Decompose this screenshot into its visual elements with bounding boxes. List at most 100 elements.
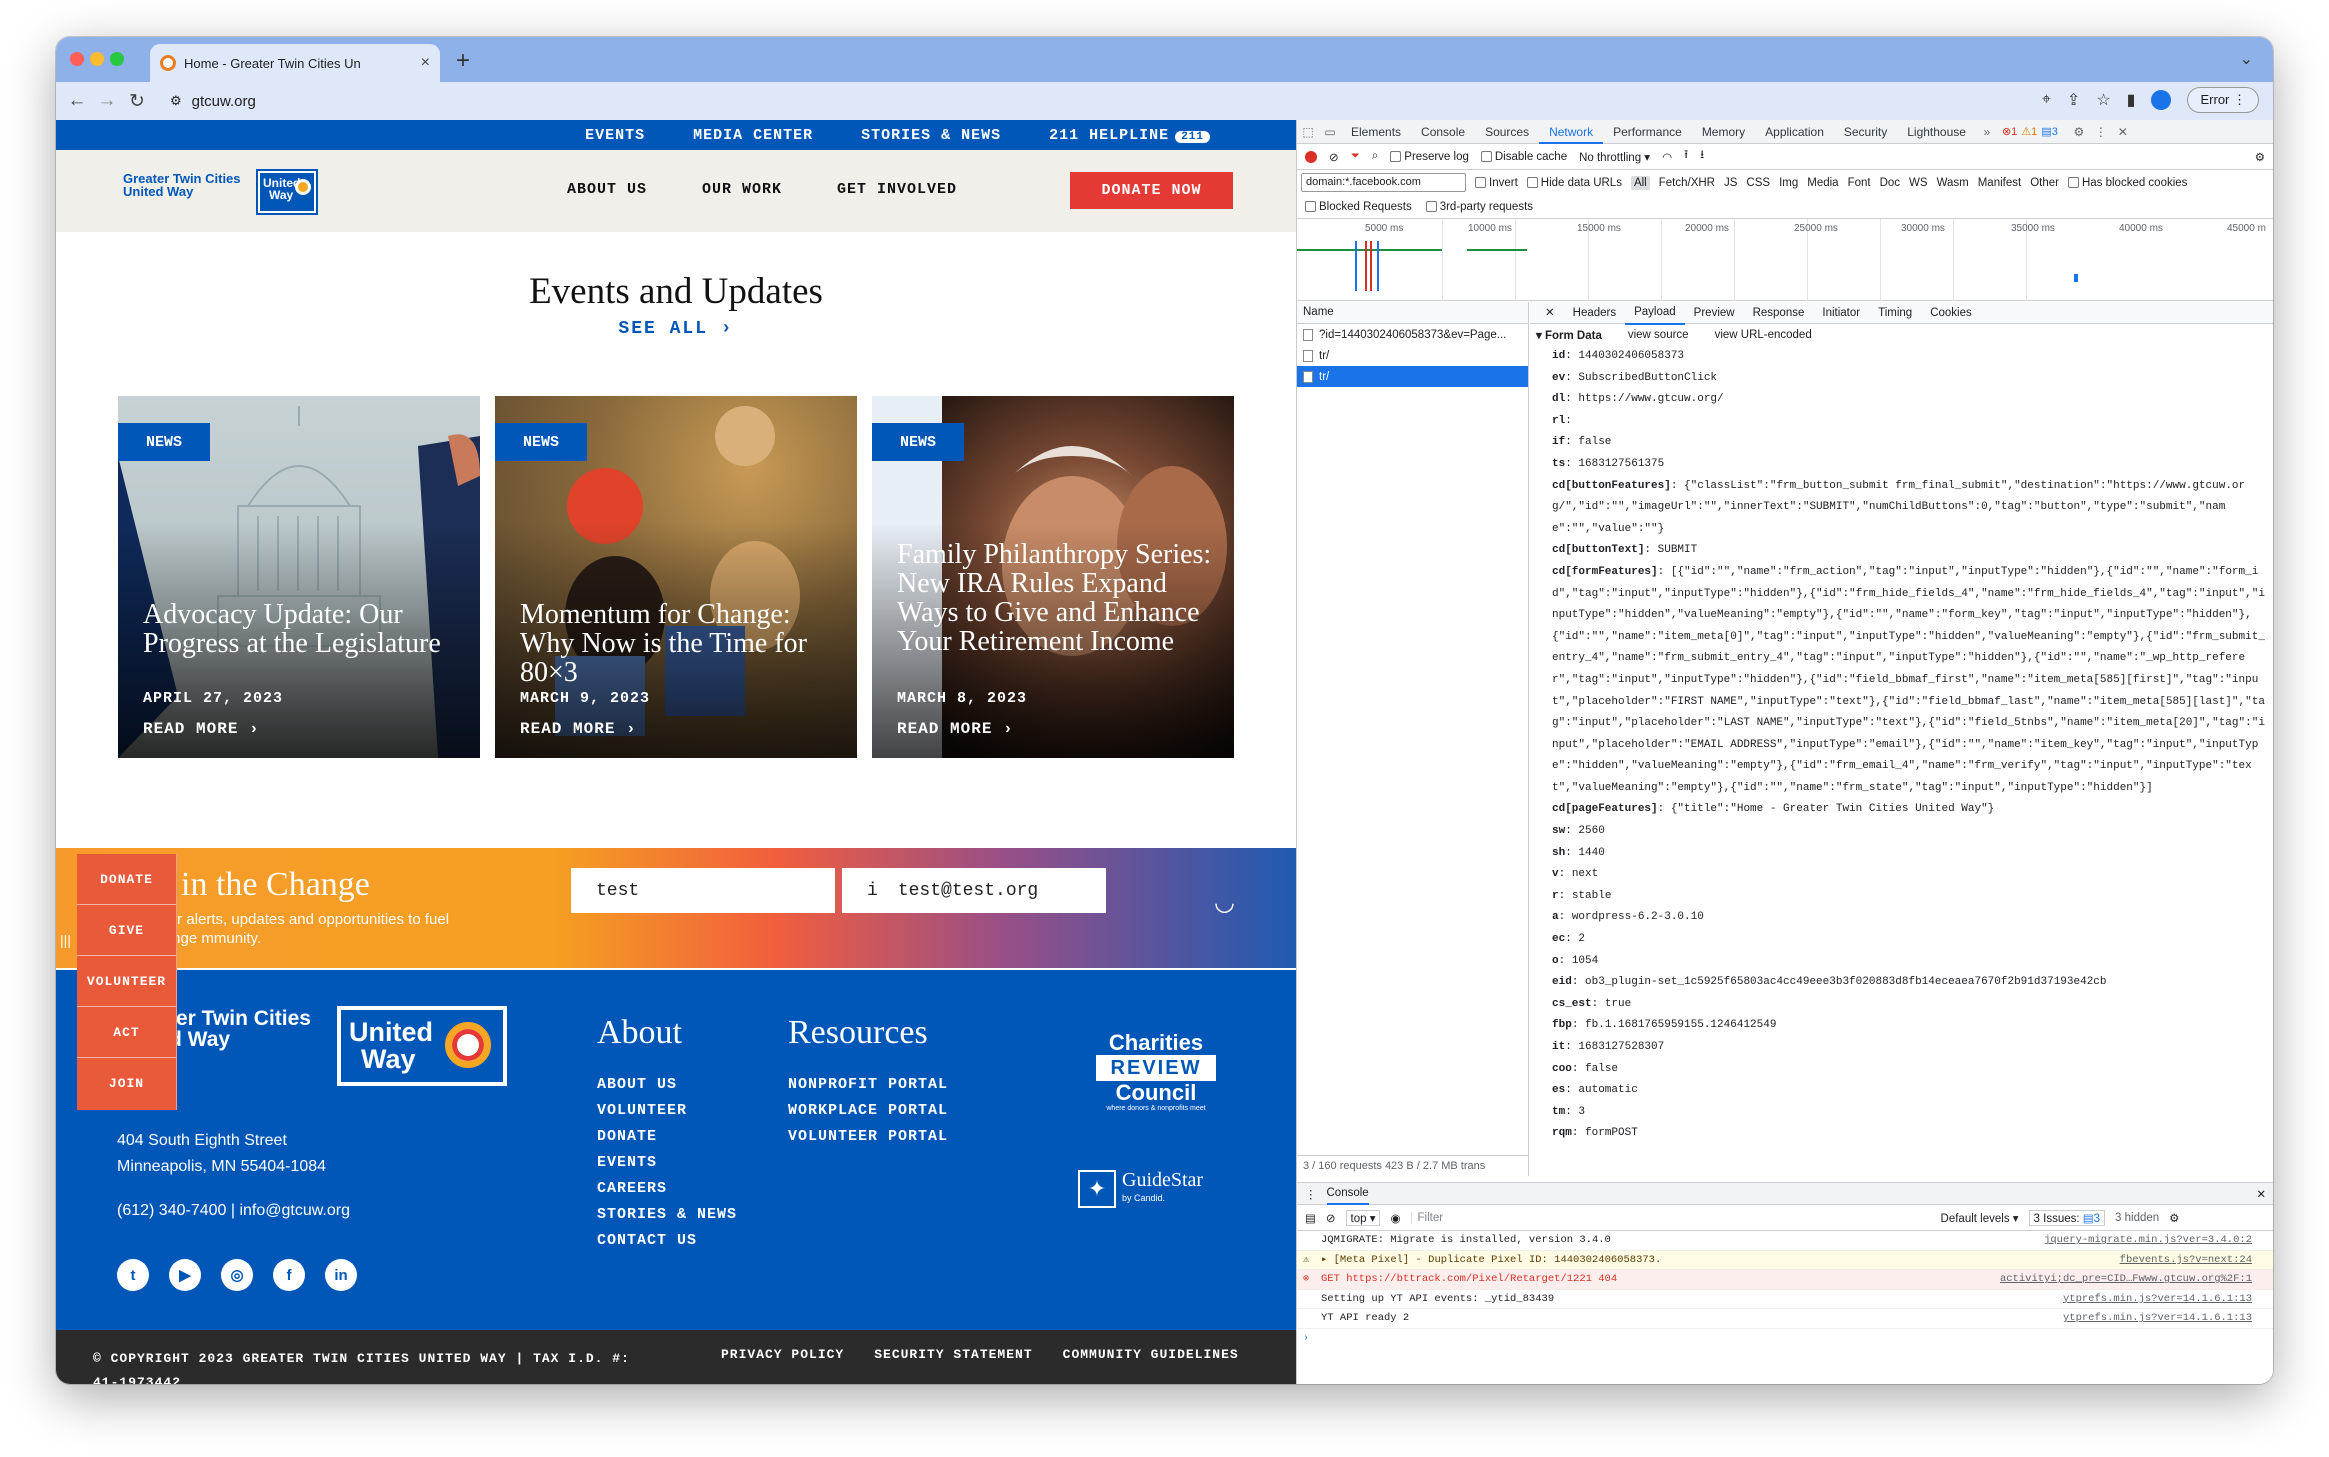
site-logo-text[interactable]: Greater Twin Cities United Way — [123, 172, 241, 198]
united-way-logo[interactable]: United Way — [256, 169, 318, 215]
tab-elements[interactable]: Elements — [1341, 120, 1411, 144]
tab-initiator[interactable]: Initiator — [1813, 302, 1869, 324]
invert-checkbox[interactable]: Invert — [1475, 176, 1518, 189]
tab-timing[interactable]: Timing — [1869, 302, 1921, 324]
facebook-icon[interactable]: f — [273, 1259, 305, 1291]
tab-security[interactable]: Security — [1834, 120, 1897, 144]
drag-handle-icon[interactable]: ||| — [60, 932, 71, 948]
nav-get-involved[interactable]: GET INVOLVED — [837, 181, 957, 198]
news-card[interactable]: NEWS Momentum for Change: Why Now is the… — [495, 396, 857, 758]
settings-gear-icon[interactable]: ⚙ — [2068, 125, 2090, 139]
security-statement-link[interactable]: SECURITY STATEMENT — [874, 1347, 1032, 1362]
error-count-badge[interactable]: ⊗1 — [2002, 125, 2017, 138]
has-blocked-cookies-checkbox[interactable]: Has blocked cookies — [2067, 176, 2187, 189]
type-other[interactable]: Other — [2030, 177, 2059, 189]
console-sidebar-icon[interactable]: ▤ — [1305, 1211, 1316, 1225]
footer-contact[interactable]: (612) 340-7400 | info@gtcuw.org — [117, 1202, 350, 1220]
tab-application[interactable]: Application — [1755, 120, 1834, 144]
request-row[interactable]: ?id=1440302406058373&ev=Page... — [1297, 324, 1528, 345]
zoom-window-button[interactable] — [110, 52, 124, 66]
type-manifest[interactable]: Manifest — [1978, 177, 2021, 189]
clear-icon[interactable]: ⊘ — [1329, 150, 1339, 164]
console-prompt[interactable]: › — [1297, 1329, 2273, 1349]
type-ws[interactable]: WS — [1909, 177, 1928, 189]
network-timeline-overview[interactable]: 5000 ms 10000 ms 15000 ms 20000 ms 25000… — [1297, 219, 2273, 301]
see-all-link[interactable]: SEE ALL › — [56, 319, 1296, 339]
view-source-link[interactable]: view source — [1628, 329, 1689, 341]
tab-response[interactable]: Response — [1744, 302, 1814, 324]
clear-console-icon[interactable]: ⊘ — [1326, 1211, 1336, 1225]
footer-link[interactable]: ABOUT US — [597, 1072, 737, 1098]
minimize-window-button[interactable] — [90, 52, 104, 66]
tab-console[interactable]: Console — [1411, 120, 1475, 144]
console-filter-input[interactable]: Filter — [1410, 1211, 1931, 1224]
disable-cache-checkbox[interactable]: Disable cache — [1480, 150, 1567, 163]
context-select[interactable]: top ▾ — [1345, 1209, 1381, 1226]
footer-link[interactable]: VOLUNTEER PORTAL — [788, 1124, 948, 1150]
bookmark-star-icon[interactable]: ☆ — [2096, 90, 2110, 110]
footer-link[interactable]: EVENTS — [597, 1150, 737, 1176]
instagram-icon[interactable]: ◎ — [221, 1259, 253, 1291]
type-media[interactable]: Media — [1807, 177, 1838, 189]
import-har-icon[interactable]: ⭱ — [1684, 147, 1688, 166]
tab-headers[interactable]: Headers — [1564, 302, 1625, 324]
footer-link[interactable]: WORKPLACE PORTAL — [788, 1098, 948, 1124]
nav-our-work[interactable]: OUR WORK — [702, 181, 782, 198]
card-headline[interactable]: Family Philanthropy Series: New IRA Rule… — [897, 540, 1224, 656]
reload-icon[interactable]: ↻ — [122, 90, 152, 113]
drawer-menu-icon[interactable]: ⋮ — [1305, 1187, 1317, 1201]
inspect-element-icon[interactable]: ⬚ — [1297, 125, 1319, 139]
tab-payload[interactable]: Payload — [1625, 302, 1685, 325]
read-more-link[interactable]: READ MORE › — [520, 720, 637, 738]
name-field[interactable]: test — [571, 868, 835, 913]
privacy-policy-link[interactable]: PRIVACY POLICY — [721, 1347, 844, 1362]
close-window-button[interactable] — [70, 52, 84, 66]
footer-logo-text[interactable]: ter Twin Cities d Way — [169, 1008, 311, 1050]
console-source-link[interactable]: fbevents.js?v=next:24 — [2120, 1254, 2252, 1266]
console-drawer-tab[interactable]: Console — [1326, 1183, 1369, 1205]
site-info-icon[interactable]: ⚙ — [170, 93, 182, 109]
search-icon[interactable]: ⌕ — [1372, 150, 1378, 163]
error-button[interactable]: Error ⋮ — [2187, 87, 2259, 113]
warning-count-badge[interactable]: ⚠1 — [2021, 125, 2037, 138]
read-more-link[interactable]: READ MORE › — [143, 720, 260, 738]
blocked-requests-checkbox[interactable]: Blocked Requests — [1305, 200, 1412, 213]
log-levels-select[interactable]: Default levels ▾ — [1941, 1211, 2019, 1225]
side-tab-join[interactable]: JOIN — [77, 1058, 176, 1109]
nav-events[interactable]: EVENTS — [585, 127, 645, 144]
tab-preview[interactable]: Preview — [1685, 302, 1744, 324]
devtools-menu-icon[interactable]: ⋮ — [2090, 125, 2112, 139]
side-tab-give[interactable]: GIVE — [77, 905, 176, 956]
back-icon[interactable]: ← — [62, 90, 92, 112]
type-css[interactable]: CSS — [1746, 177, 1770, 189]
network-settings-icon[interactable]: ⚙ — [2255, 150, 2265, 164]
console-source-link[interactable]: activityi;dc_pre=CID…Fwww.gtcuw.org%2F:1 — [2000, 1273, 2252, 1285]
footer-link[interactable]: CONTACT US — [597, 1228, 737, 1254]
footer-link[interactable]: NONPROFIT PORTAL — [788, 1072, 948, 1098]
live-expression-eye-icon[interactable]: ◉ — [1390, 1211, 1400, 1225]
close-drawer-icon[interactable]: ✕ — [2256, 1187, 2266, 1201]
footer-link[interactable]: CAREERS — [597, 1176, 737, 1202]
community-guidelines-link[interactable]: COMMUNITY GUIDELINES — [1063, 1347, 1239, 1362]
request-row-selected[interactable]: tr/ — [1297, 366, 1528, 387]
address-bar[interactable]: ⚙ gtcuw.org — [170, 93, 256, 110]
guidestar-logo[interactable]: ✦ GuideStar by Candid. — [1078, 1170, 1203, 1208]
charities-review-council-logo[interactable]: Charities REVIEW Council where donors & … — [1096, 1031, 1216, 1112]
side-panel-icon[interactable]: ▮ — [2127, 90, 2136, 110]
message-count-badge[interactable]: ▤3 — [2041, 125, 2058, 138]
nav-about-us[interactable]: ABOUT US — [567, 181, 647, 198]
footer-link[interactable]: STORIES & NEWS — [597, 1202, 737, 1228]
youtube-icon[interactable]: ▶ — [169, 1259, 201, 1291]
request-row[interactable]: tr/ — [1297, 345, 1528, 366]
hide-data-urls-checkbox[interactable]: Hide data URLs — [1526, 176, 1622, 189]
card-headline[interactable]: Advocacy Update: Our Progress at the Leg… — [143, 600, 470, 658]
export-har-icon[interactable]: ⭳ — [1700, 147, 1704, 166]
email-field[interactable]: i test@test.org — [842, 868, 1106, 913]
network-filter-input[interactable]: domain:*.facebook.com — [1301, 173, 1466, 192]
side-tab-donate[interactable]: DONATE — [77, 854, 176, 905]
form-data-toggle[interactable]: ▾ Form Data — [1536, 328, 1602, 342]
more-tabs-icon[interactable]: » — [1976, 125, 1998, 139]
footer-link[interactable]: VOLUNTEER — [597, 1098, 737, 1124]
linkedin-icon[interactable]: in — [325, 1259, 357, 1291]
tab-sources[interactable]: Sources — [1475, 120, 1539, 144]
